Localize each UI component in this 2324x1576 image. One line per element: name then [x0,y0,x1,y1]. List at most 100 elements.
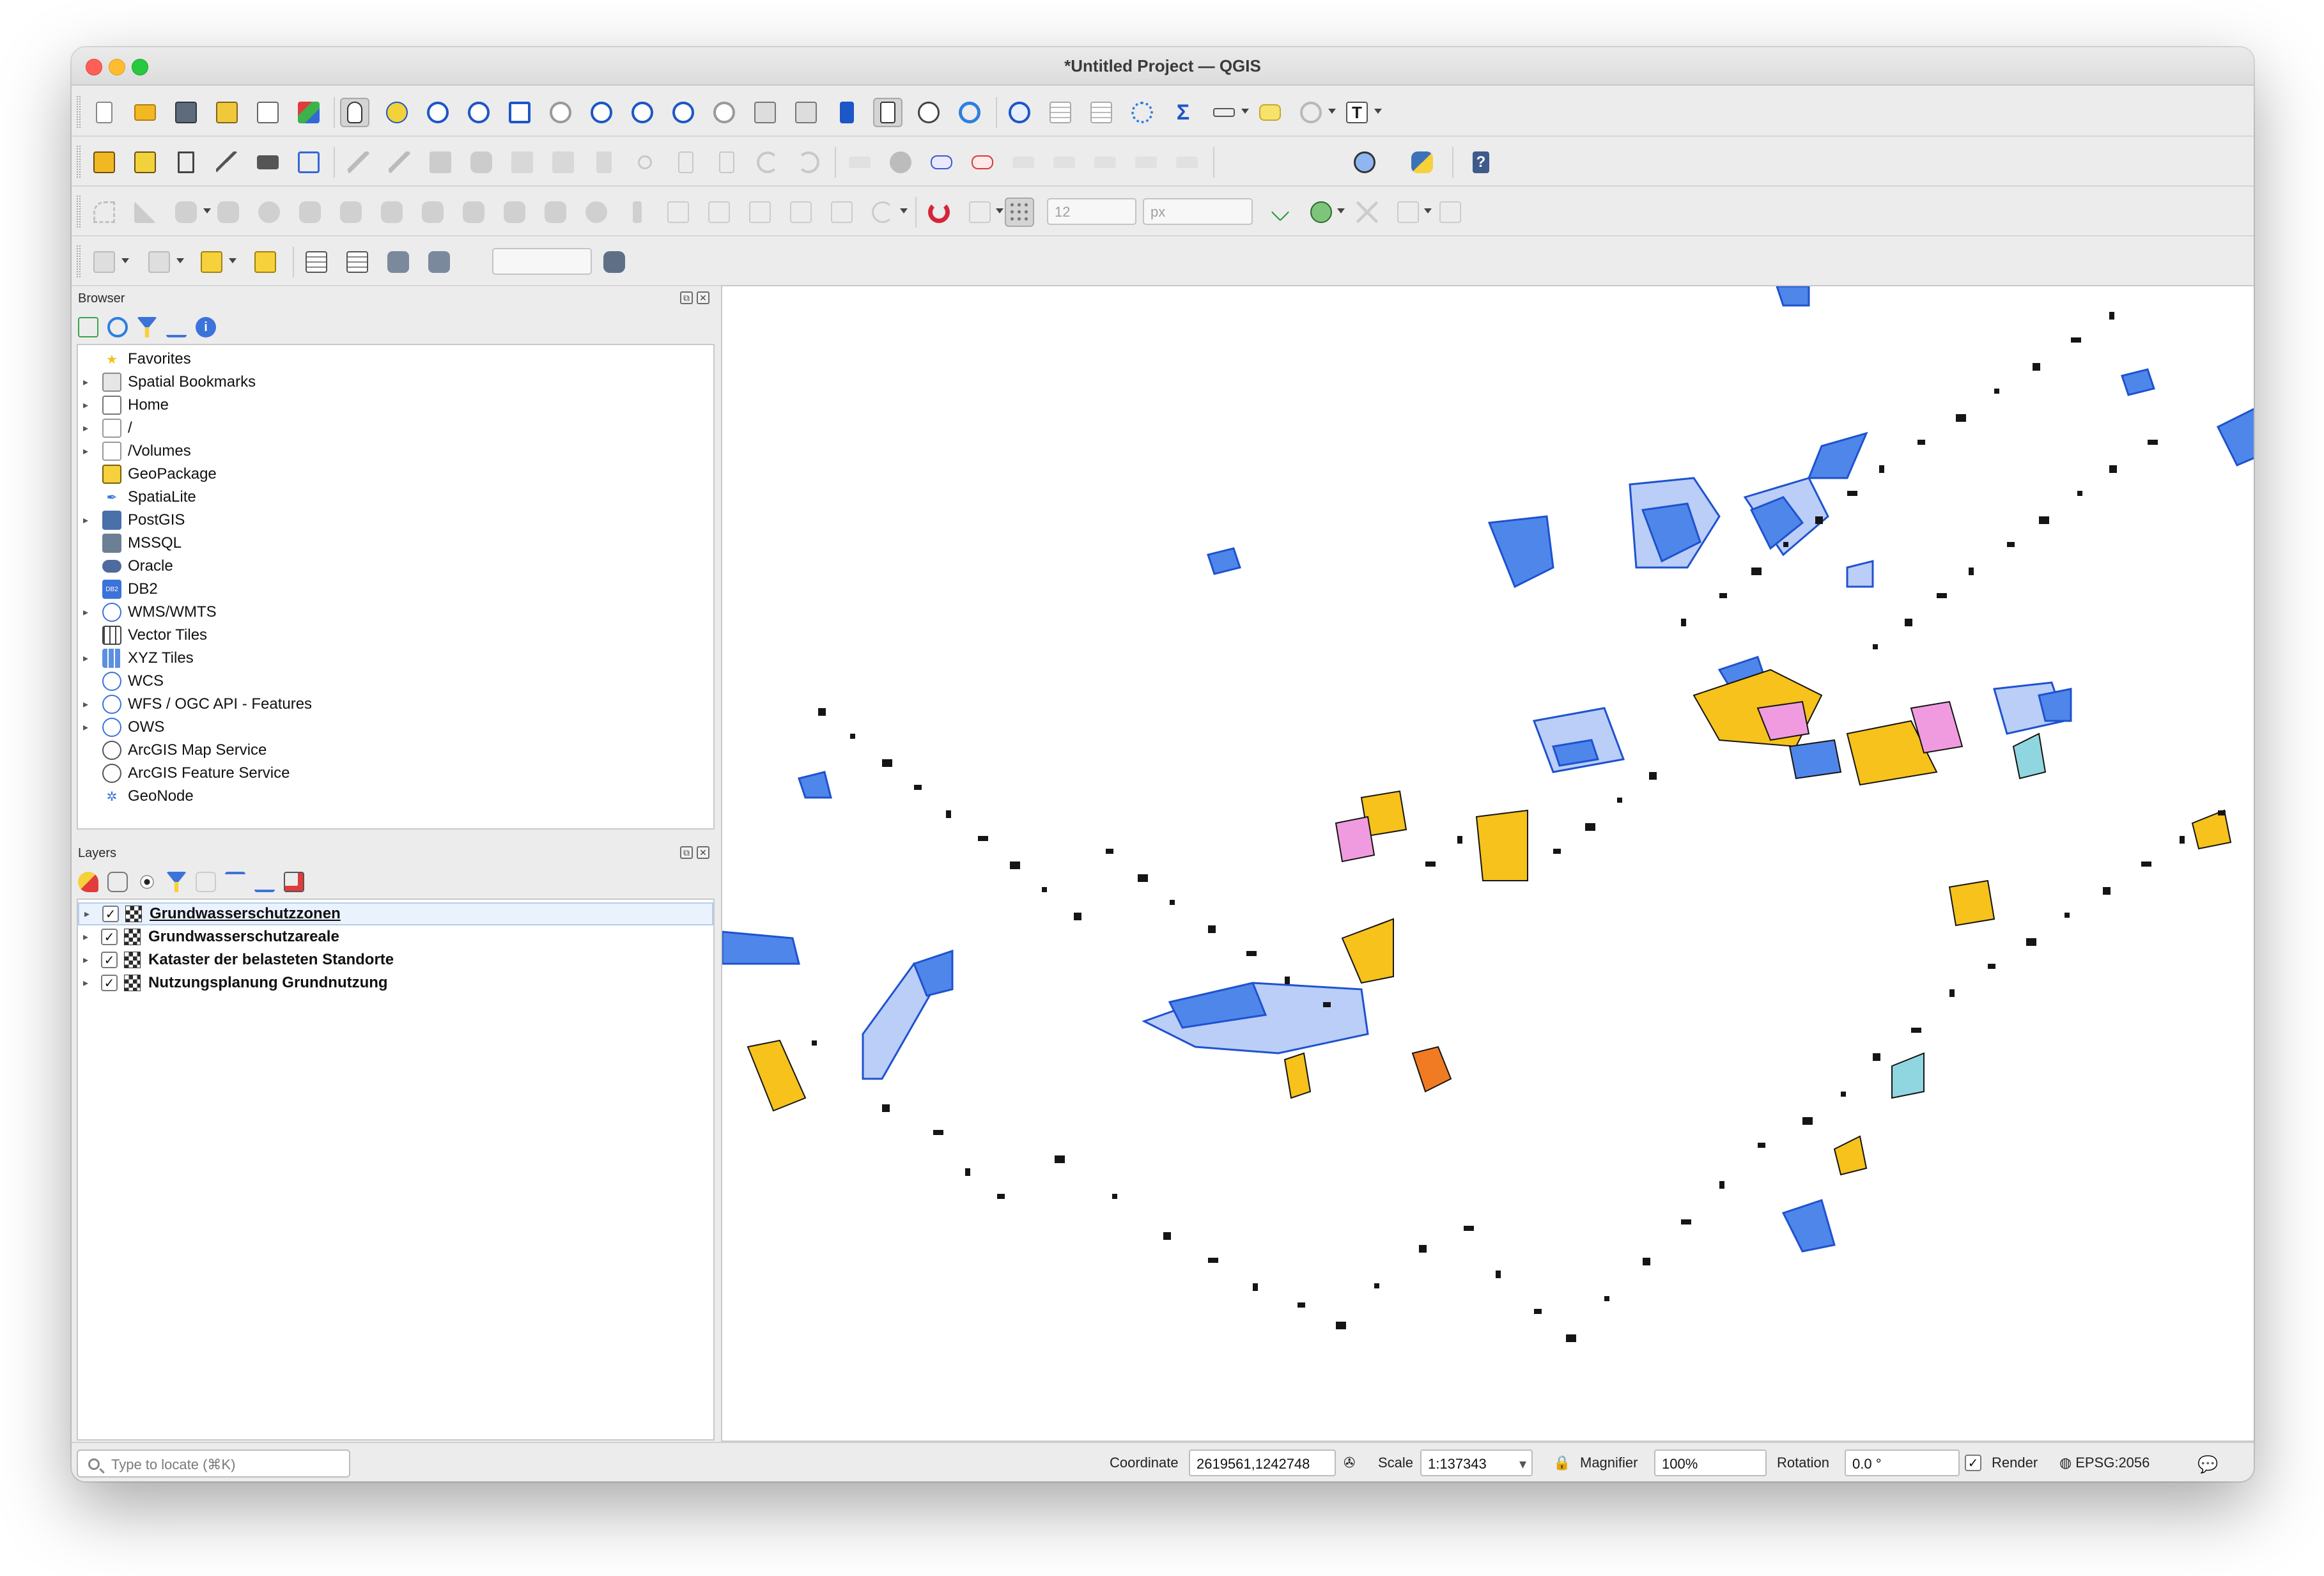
offset-point-symbols-icon[interactable] [623,197,652,227]
save-project-icon[interactable] [171,98,201,127]
crs-button[interactable]: ◍ EPSG:2056 [2059,1455,2150,1471]
toolbar-handle[interactable] [77,96,81,128]
render-checkbox[interactable]: ✓ [1965,1455,1981,1471]
pin-labels-icon[interactable] [886,148,915,177]
browser-item[interactable]: ▸ OWS [78,716,164,739]
coordinate-field[interactable]: 2619561,1242748 [1189,1449,1336,1476]
expand-arrow-icon[interactable]: ▸ [78,399,93,412]
simplify-icon[interactable] [704,197,734,227]
zoom-to-layer-icon[interactable] [587,98,616,127]
add-ring-icon[interactable] [130,197,160,227]
qgis-plugins-icon[interactable] [1350,148,1379,177]
browser-item[interactable]: ✒ SpatiaLite [78,486,196,509]
delete-selected-icon[interactable] [589,148,619,177]
trim-extend-icon[interactable] [663,197,693,227]
map-canvas[interactable] [721,285,2254,1442]
layer-item[interactable]: ▸ ✓ Grundwasserschutzzonen [78,902,713,925]
save-as-icon[interactable] [212,98,242,127]
expand-arrow-icon[interactable]: ▸ [78,977,93,989]
toolbar-handle[interactable] [77,146,81,178]
browser-item[interactable]: Oracle [78,555,173,578]
map-tips-icon[interactable] [1255,98,1285,127]
info-icon[interactable]: i [196,317,216,337]
self-snapping-icon[interactable] [1352,197,1382,227]
browser-item[interactable]: MSSQL [78,532,182,555]
browser-item[interactable]: ▸ WFS / OGC API - Features [78,693,312,716]
new-shapefile-layer-icon[interactable] [171,148,201,177]
layer-item[interactable]: ▸ ✓ Nutzungsplanung Grundnutzung [78,971,713,994]
browser-item[interactable]: ▸ / [78,417,132,440]
layers-tree[interactable]: ▸ ✓ Grundwasserschutzzonen ▸ ✓ Grundwassersch… [77,899,715,1441]
split-features-icon[interactable] [418,197,447,227]
rotate-point-symbols-icon[interactable] [582,197,611,227]
merge-attributes-icon[interactable] [541,197,570,227]
messages-icon[interactable]: 💬 [2197,1455,2218,1474]
pan-to-selection-icon[interactable] [382,98,412,127]
new-temp-layer-icon[interactable] [253,148,283,177]
select-by-location-icon[interactable] [197,247,226,277]
layer-styling-icon[interactable] [78,872,98,892]
collapse-all-icon[interactable] [166,317,187,337]
snapping-units-select[interactable]: px [1143,198,1253,225]
expand-arrow-icon[interactable]: ▸ [78,422,93,435]
zoom-to-selection-icon[interactable] [546,98,575,127]
undo-icon[interactable] [753,148,782,177]
data-source-manager-icon[interactable] [89,148,119,177]
rotation-field[interactable]: 0.0 ° [1845,1449,1960,1476]
expand-arrow-icon[interactable]: ▸ [78,698,93,711]
help-icon[interactable]: ? [1466,148,1496,177]
show-bookmarks-icon[interactable] [873,98,902,127]
rotate-label-icon[interactable] [1050,148,1079,177]
layer-item[interactable]: ▸ ✓ Grundwasserschutzareale [78,925,713,948]
snapping-type-icon[interactable] [1005,197,1034,227]
toolbar-handle[interactable] [77,196,81,228]
identify-icon[interactable] [1005,98,1034,127]
field-calculator-icon[interactable] [1087,98,1116,127]
reshape-icon[interactable] [336,197,366,227]
browser-item[interactable]: DB2 DB2 [78,578,158,601]
text-annotation-icon[interactable]: T [1342,98,1372,127]
expand-all-icon[interactable] [225,872,245,892]
expand-arrow-icon[interactable]: ▸ [78,721,93,734]
refresh-icon[interactable] [107,317,128,337]
delete-part-icon[interactable] [295,197,325,227]
measure-icon[interactable] [1209,98,1239,127]
processing-toolbox-icon[interactable] [1127,98,1157,127]
collapse-all-icon[interactable] [254,872,275,892]
digitize-toggle-icon[interactable] [344,148,373,177]
filter-legend-icon[interactable] [166,872,187,892]
browser-item[interactable]: ▸ Spatial Bookmarks [78,371,256,394]
zoom-out-icon[interactable] [464,98,493,127]
redo-icon[interactable] [794,148,823,177]
select-by-value-icon[interactable] [89,247,119,277]
browser-item[interactable]: ▸ /Volumes [78,440,191,463]
label-tool-icon[interactable] [845,148,874,177]
zoom-last-icon[interactable] [669,98,698,127]
expand-arrow-icon[interactable]: ▸ [79,908,95,920]
add-group-icon[interactable] [107,872,128,892]
topological-editing-icon[interactable] [1266,197,1295,227]
expand-arrow-icon[interactable]: ▸ [78,445,93,458]
temporal-controller-icon[interactable] [914,98,943,127]
browser-item[interactable]: ▸ WMS/WMTS [78,601,217,624]
expand-arrow-icon[interactable]: ▸ [78,376,93,389]
fill-holes-icon[interactable] [786,197,816,227]
browser-item[interactable]: ▸ XYZ Tiles [78,647,194,670]
show-hide-labels-icon[interactable] [968,148,997,177]
float-panel-button[interactable]: ⧉ [680,846,693,859]
expand-arrow-icon[interactable]: ▸ [78,931,93,943]
browser-item[interactable]: Vector Tiles [78,624,207,647]
browser-item[interactable]: ★ Favorites [78,348,191,371]
add-circular-string-icon[interactable] [89,197,119,227]
snapping-layers-icon[interactable] [965,197,995,227]
browser-item[interactable]: ✲ GeoNode [78,785,194,808]
modify-attributes-icon[interactable] [548,148,578,177]
layer-visibility-checkbox[interactable]: ✓ [102,906,119,922]
new-spatialite-layer-icon[interactable] [212,148,242,177]
delete-ring-icon[interactable] [254,197,284,227]
open-table-icon[interactable] [343,247,372,277]
move-feature-icon[interactable] [827,197,856,227]
vertex-tool-all-icon[interactable] [1393,197,1423,227]
expand-arrow-icon[interactable]: ▸ [78,514,93,527]
deselect-icon[interactable] [144,247,174,277]
